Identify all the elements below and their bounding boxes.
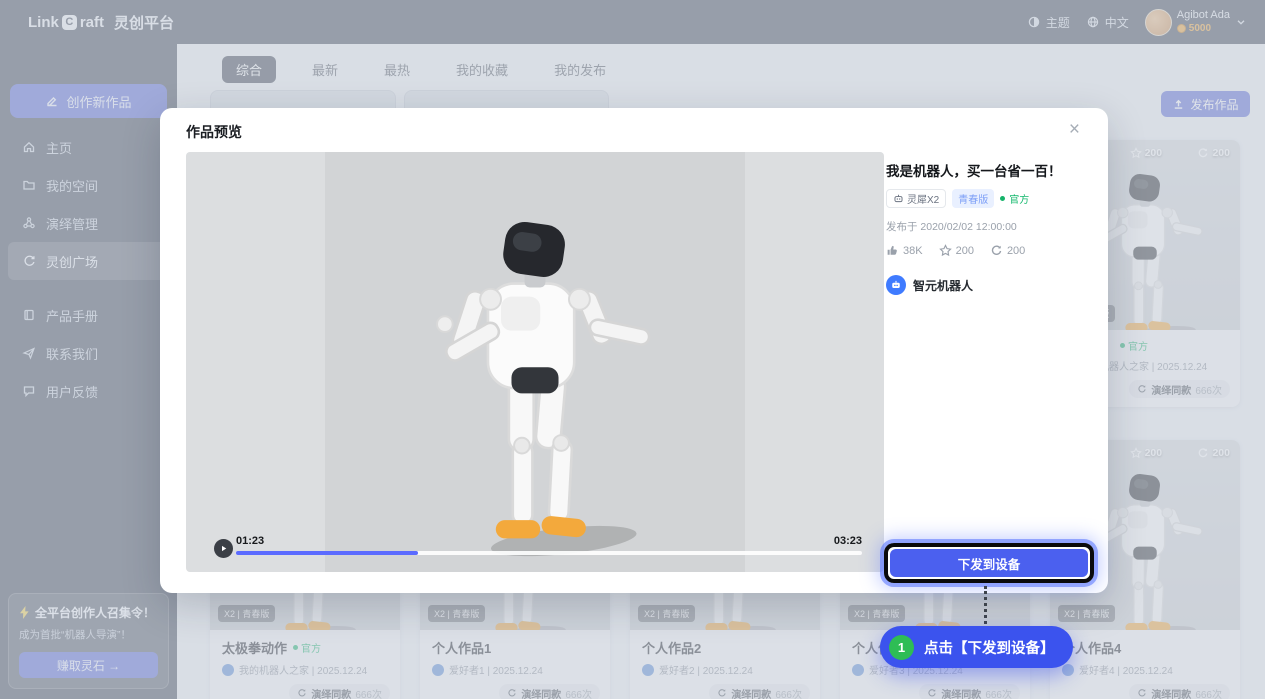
author-row[interactable]: 智元机器人	[886, 275, 1096, 295]
tutorial-tooltip: 1 点击【下发到设备】	[880, 626, 1073, 668]
robot-head-icon	[893, 193, 904, 204]
current-time: 01:23	[236, 535, 264, 547]
video-progress-fill	[236, 551, 418, 555]
robot-video-image	[404, 166, 665, 558]
modal-title: 作品预览	[186, 122, 242, 142]
work-title: 我是机器人，买一台省一百！	[886, 160, 1096, 180]
send-button-highlight: 下发到设备	[884, 543, 1094, 583]
star-icon	[939, 244, 952, 257]
video-progress-bar[interactable]	[236, 551, 862, 555]
work-stats: 38K 200 200	[886, 244, 1096, 257]
screen: Link C raft 灵创平台 主题 中文 Agibot Ada 5000	[0, 0, 1265, 699]
tutorial-text: 点击【下发到设备】	[924, 637, 1055, 658]
video-frame	[325, 152, 745, 572]
work-details-panel: 我是机器人，买一台省一百！ 灵犀X2 青春版 官方 发布于 2020/02/02…	[886, 160, 1096, 295]
robot-avatar-icon	[890, 279, 902, 291]
play-button[interactable]	[214, 539, 233, 558]
model-badge: 灵犀X2	[886, 189, 946, 208]
close-icon[interactable]: ×	[1065, 116, 1084, 143]
official-badge: 官方	[1000, 191, 1029, 206]
work-preview-modal: 作品预览 × 01:23 03:23 我是机器人，买一台省一百！ 灵犀X2 青春…	[160, 108, 1108, 593]
author-avatar	[886, 275, 906, 295]
total-time: 03:23	[834, 535, 862, 547]
send-to-device-button[interactable]: 下发到设备	[890, 549, 1088, 577]
official-dot-icon	[1000, 196, 1005, 201]
share-icon	[990, 244, 1003, 257]
author-name: 智元机器人	[913, 277, 973, 294]
like-icon	[886, 244, 899, 257]
play-icon	[217, 542, 230, 555]
tutorial-step-number: 1	[889, 635, 914, 660]
tutorial-connector-line	[984, 586, 987, 624]
edition-badge: 青春版	[952, 189, 994, 208]
video-player: 01:23 03:23	[186, 152, 884, 572]
publish-date: 发布于 2020/02/02 12:00:00	[886, 219, 1096, 234]
